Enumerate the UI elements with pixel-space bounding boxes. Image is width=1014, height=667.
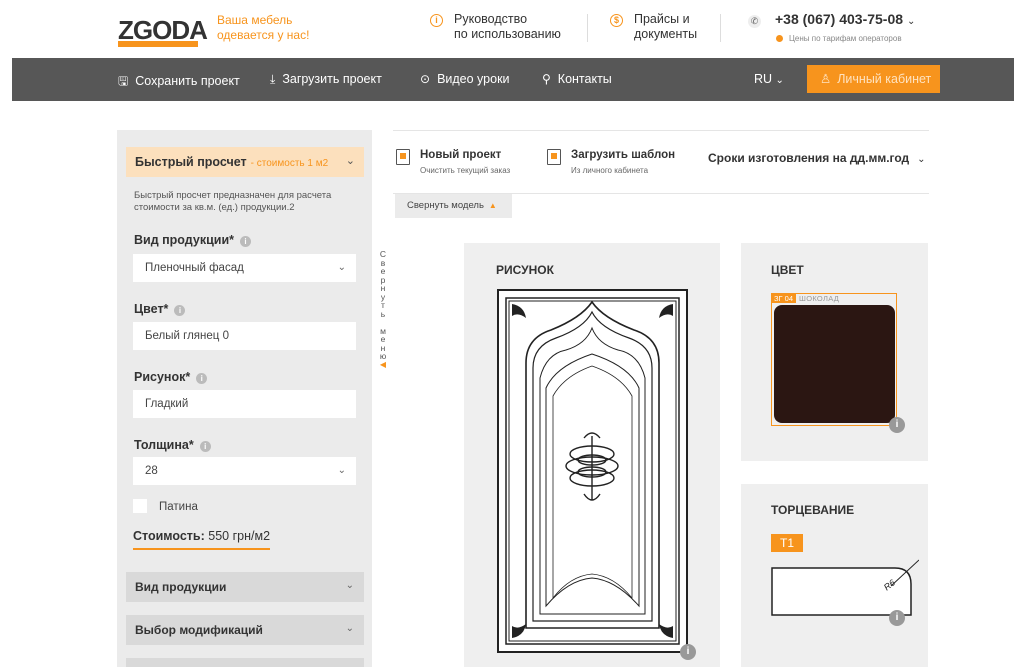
info-icon[interactable]: i (196, 373, 208, 384)
product-type-select[interactable]: Пленочный фасад ⌄ (133, 254, 356, 282)
pattern-field[interactable]: Гладкий (133, 390, 356, 418)
upload-file-icon (547, 149, 561, 165)
arrow-left-icon: ◀ (379, 359, 387, 369)
arrow-up-icon: ▲ (488, 201, 497, 210)
checkbox-box[interactable] (133, 499, 147, 513)
edge-profile-drawing: R6 (771, 559, 919, 616)
cost-display: Стоимость: 550 грн/м2 (133, 529, 271, 550)
project-toolbar: Новый проект Очистить текущий заказ Загр… (393, 130, 929, 194)
info-icon[interactable]: i (889, 417, 905, 433)
dot-icon (776, 35, 783, 42)
thickness-label: Толщина* i (134, 438, 211, 452)
divider (720, 14, 721, 42)
color-swatch[interactable] (774, 305, 895, 423)
chevron-down-icon: ⌄ (345, 623, 354, 634)
chevron-down-icon: ⌄ (917, 154, 926, 165)
play-icon: ⊙ (420, 72, 431, 86)
nav-video-lessons[interactable]: ⊙ Видео уроки (420, 72, 510, 86)
collapse-menu-tab[interactable]: Свернуть меню ◀ (372, 240, 394, 390)
quick-calc-sub: - стоимость 1 м2 (250, 158, 329, 169)
patina-label: Патина (159, 501, 198, 513)
edge-title: ТОРЦЕВАНИЕ (771, 503, 855, 517)
info-icon[interactable]: i (680, 644, 696, 660)
prices-line2: документы (634, 27, 698, 41)
user-icon: ♙ (820, 72, 832, 86)
info-icon[interactable]: i (199, 441, 211, 452)
pattern-label: Рисунок* i (134, 370, 208, 384)
info-icon[interactable]: i (240, 236, 251, 247)
color-field[interactable]: Белый глянец 0 (133, 322, 356, 350)
chevron-down-icon: ⌄ (337, 262, 346, 273)
info-icon: i (430, 14, 443, 27)
info-icon[interactable]: i (889, 610, 905, 626)
product-type-label: Вид продукции* i (134, 233, 251, 247)
new-project-label: Новый проект (420, 149, 502, 161)
logo[interactable]: ZGODA (118, 15, 208, 47)
swatch-tag: ЗГ 04 ШОКОЛАД (771, 293, 842, 304)
dollar-icon: $ (610, 14, 623, 27)
phone-icon: ✆ (748, 15, 761, 28)
load-template-sub: Из личного кабинета (571, 166, 649, 175)
nav-contacts[interactable]: ⚲ Контакты (542, 72, 612, 86)
phone-number[interactable]: +38 (067) 403-75-08 ⌄ (775, 11, 915, 27)
save-icon: 🖫 (118, 74, 129, 88)
door-facade-drawing (497, 289, 688, 653)
chevron-down-icon: ⌄ (775, 75, 784, 86)
phone-note: Цены по тарифам операторов (776, 34, 902, 43)
quick-calc-header[interactable]: Быстрый просчет - стоимость 1 м2 ⌄ (126, 147, 364, 177)
edge-code-badge: Т1 (771, 534, 803, 552)
chevron-down-icon: ⌄ (345, 155, 355, 167)
divider (587, 14, 588, 42)
swatch-code: ЗГ 04 (771, 294, 797, 303)
accordion-product-type[interactable]: Вид продукции ⌄ (126, 572, 364, 602)
thickness-select[interactable]: 28 ⌄ (133, 457, 356, 485)
location-icon: ⚲ (542, 72, 551, 86)
prices-line1: Прайсы и (634, 12, 690, 26)
chevron-down-icon: ⌄ (345, 580, 354, 591)
guide-line1: Руководство (454, 12, 528, 26)
cost-label: Стоимость: (133, 529, 205, 543)
nav-save-project[interactable]: 🖫 Сохранить проект (118, 72, 240, 93)
calculator-panel: Быстрый просчет - стоимость 1 м2 ⌄ Быстры… (117, 130, 372, 667)
color-card: ЦВЕТ ЗГ 04 ШОКОЛАД i (741, 243, 928, 461)
download-icon: ⤓ (270, 72, 276, 86)
color-title: ЦВЕТ (771, 263, 804, 277)
new-project-sub: Очистить текущий заказ (420, 166, 511, 175)
drawing-title: РИСУНОК (496, 263, 554, 277)
quick-calc-title: Быстрый просчет (135, 155, 247, 169)
new-file-icon (396, 149, 410, 165)
main-nav: 🖫 Сохранить проект ⤓ Загрузить проект ⊙ Вид… (12, 58, 1014, 101)
quick-calc-description: Быстрый просчет предназначен для расчета… (134, 190, 332, 213)
swatch-name: ШОКОЛАД (799, 294, 840, 303)
chevron-down-icon[interactable]: ⌄ (907, 16, 915, 27)
accordion-modifications[interactable]: Выбор модификаций ⌄ (126, 615, 364, 645)
color-label: Цвет* i (134, 302, 186, 316)
logo-underline (118, 41, 198, 47)
collapse-menu-label: Свернуть меню (379, 249, 387, 361)
site-header: ZGODA Ваша мебель одевается у нас! i Рук… (0, 0, 1014, 58)
cost-value: 550 грн/м2 (208, 529, 271, 543)
nav-load-project[interactable]: ⤓ Загрузить проект (270, 72, 382, 87)
load-template-label: Загрузить шаблон (571, 149, 676, 161)
tagline: Ваша мебель одевается у нас! (217, 13, 310, 42)
language-select[interactable]: RU ⌄ (754, 72, 784, 86)
patina-checkbox[interactable]: Патина (133, 499, 198, 513)
cabinet-button[interactable]: ♙ Личный кабинет (807, 65, 940, 93)
guide-line2: по использованию (454, 27, 561, 41)
deadline-select[interactable]: Сроки изготовления на дд.мм.год ⌄ (708, 151, 926, 165)
info-icon[interactable]: i (174, 305, 186, 316)
drawing-card: РИСУНОК i (464, 243, 720, 667)
collapse-model-button[interactable]: Свернуть модель ▲ (395, 194, 512, 218)
chevron-down-icon: ⌄ (337, 465, 346, 476)
accordion-next[interactable] (126, 658, 364, 667)
edge-card: ТОРЦЕВАНИЕ Т1 R6 i (741, 484, 928, 667)
